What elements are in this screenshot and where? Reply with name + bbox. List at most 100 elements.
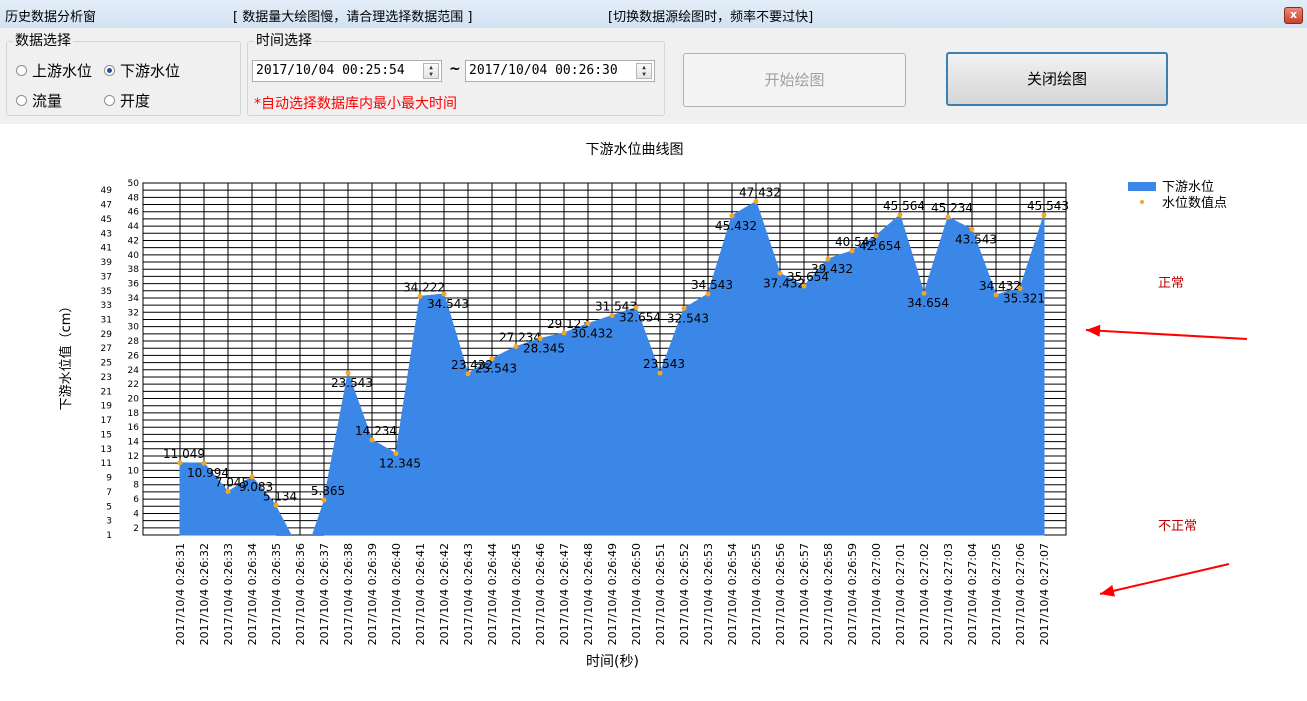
y-tick-label: 14 — [128, 438, 140, 448]
x-tick-label: 2017/10/4 0:26:38 — [342, 543, 355, 645]
data-label: 30.432 — [571, 327, 613, 341]
data-point — [393, 451, 399, 457]
data-label: 5.134 — [263, 489, 297, 503]
x-tick-label: 2017/10/4 0:27:04 — [966, 543, 979, 645]
end-time-picker[interactable]: 2017/10/04 00:26:30 ▲ ▼ — [465, 60, 655, 82]
close-plot-button[interactable]: 关闭绘图 — [946, 52, 1168, 106]
y-tick-label: 9 — [106, 474, 112, 484]
spin-updown-icon[interactable]: ▲ ▼ — [423, 63, 439, 79]
y-tick-label: 39 — [101, 258, 113, 268]
radio-opening[interactable]: 开度 — [104, 90, 150, 111]
time-select-legend: 时间选择 — [256, 33, 312, 49]
spin-updown-icon[interactable]: ▲ ▼ — [636, 63, 652, 79]
radio-circle-icon — [16, 65, 27, 76]
window-titlebar: 历史数据分析窗 [ 数据量大绘图慢，请合理选择数据范围 ] [切换数据源绘图时，… — [0, 0, 1307, 29]
x-tick-label: 2017/10/4 0:26:35 — [270, 543, 283, 645]
data-point — [369, 437, 375, 443]
y-tick-label: 8 — [133, 481, 139, 491]
notice-switch-frequency: [切换数据源绘图时，频率不要过快] — [608, 10, 814, 25]
y-tick-label: 21 — [101, 387, 112, 397]
x-tick-label: 2017/10/4 0:26:41 — [414, 543, 427, 645]
y-tick-label: 22 — [128, 380, 139, 390]
y-tick-label: 46 — [128, 208, 140, 218]
y-tick-label: 24 — [128, 366, 140, 376]
data-point — [633, 305, 639, 311]
y-tick-label: 17 — [101, 416, 112, 426]
data-label: 34.654 — [907, 296, 949, 310]
y-tick-label: 18 — [128, 409, 140, 419]
x-tick-label: 2017/10/4 0:27:06 — [1014, 543, 1027, 645]
y-tick-label: 2 — [133, 524, 139, 534]
data-label: 47.432 — [739, 185, 781, 199]
radio-flow[interactable]: 流量 — [16, 90, 62, 111]
arrow-normal-shaft — [1085, 329, 1248, 340]
data-label: 34.222 — [403, 280, 445, 294]
y-tick-label: 7 — [106, 488, 112, 498]
x-tick-label: 2017/10/4 0:27:02 — [918, 543, 931, 645]
data-label: 35.321 — [1003, 291, 1045, 305]
data-point — [945, 214, 951, 220]
y-tick-label: 26 — [128, 351, 140, 361]
y-tick-label: 10 — [128, 466, 140, 476]
y-axis-label: 下游水位值（cm） — [58, 300, 74, 411]
y-tick-label: 41 — [101, 244, 112, 254]
y-tick-label: 1 — [106, 531, 112, 541]
data-point — [801, 283, 807, 289]
x-tick-label: 2017/10/4 0:27:00 — [870, 543, 883, 645]
water-level-chart: 下游水位曲线图123456789101112131415161718192021… — [58, 142, 1248, 670]
close-icon[interactable]: x — [1284, 7, 1303, 24]
time-range-separator: ~ — [449, 61, 461, 77]
data-point — [1041, 212, 1047, 218]
data-label: 45.564 — [883, 199, 925, 213]
y-tick-label: 47 — [101, 201, 112, 211]
data-point — [825, 256, 831, 262]
data-point — [681, 305, 687, 311]
data-label: 34.543 — [427, 297, 469, 311]
data-point — [201, 460, 207, 466]
y-tick-label: 23 — [101, 373, 112, 383]
radio-circle-icon — [16, 95, 27, 106]
x-tick-label: 2017/10/4 0:26:48 — [582, 543, 595, 645]
data-point — [729, 213, 735, 219]
data-point — [1017, 285, 1023, 291]
x-tick-label: 2017/10/4 0:26:51 — [654, 543, 667, 645]
y-tick-label: 13 — [101, 445, 112, 455]
data-point — [921, 290, 927, 296]
radio-downstream-level[interactable]: 下游水位 — [104, 60, 180, 81]
area-gap-right — [312, 500, 324, 535]
data-label: 5.865 — [311, 484, 345, 498]
data-label: 25.543 — [475, 362, 517, 376]
data-point — [177, 460, 183, 466]
x-axis-label: 时间(秒) — [586, 654, 639, 670]
y-tick-label: 4 — [133, 509, 139, 519]
data-label: 28.345 — [523, 342, 565, 356]
x-tick-label: 2017/10/4 0:27:07 — [1038, 543, 1051, 645]
y-tick-label: 36 — [128, 280, 140, 290]
y-tick-label: 30 — [128, 323, 140, 333]
start-plot-button[interactable]: 开始绘图 — [683, 53, 906, 107]
y-tick-label: 44 — [128, 222, 140, 232]
data-point — [345, 370, 351, 376]
start-time-picker[interactable]: 2017/10/04 00:25:54 ▲ ▼ — [252, 60, 442, 82]
x-tick-label: 2017/10/4 0:27:05 — [990, 543, 1003, 645]
data-label: 45.543 — [1027, 199, 1069, 213]
data-point — [273, 502, 279, 508]
data-label: 12.345 — [379, 457, 421, 471]
x-tick-label: 2017/10/4 0:26:34 — [246, 543, 259, 645]
x-tick-label: 2017/10/4 0:26:43 — [462, 543, 475, 645]
radio-circle-selected-icon — [104, 65, 115, 76]
x-tick-label: 2017/10/4 0:26:56 — [774, 543, 787, 645]
y-tick-label: 29 — [101, 330, 113, 340]
y-tick-label: 16 — [128, 423, 140, 433]
data-point — [705, 291, 711, 297]
legend-point-swatch — [1140, 200, 1144, 204]
chart-title: 下游水位曲线图 — [586, 142, 684, 158]
data-label: 45.234 — [931, 201, 973, 215]
y-tick-label: 19 — [101, 402, 113, 412]
y-tick-label: 49 — [101, 186, 113, 196]
data-point — [417, 293, 423, 299]
data-point — [537, 336, 543, 342]
radio-upstream-level[interactable]: 上游水位 — [16, 60, 92, 81]
y-tick-label: 15 — [101, 430, 112, 440]
label-abnormal: 不正常 — [1158, 519, 1198, 534]
